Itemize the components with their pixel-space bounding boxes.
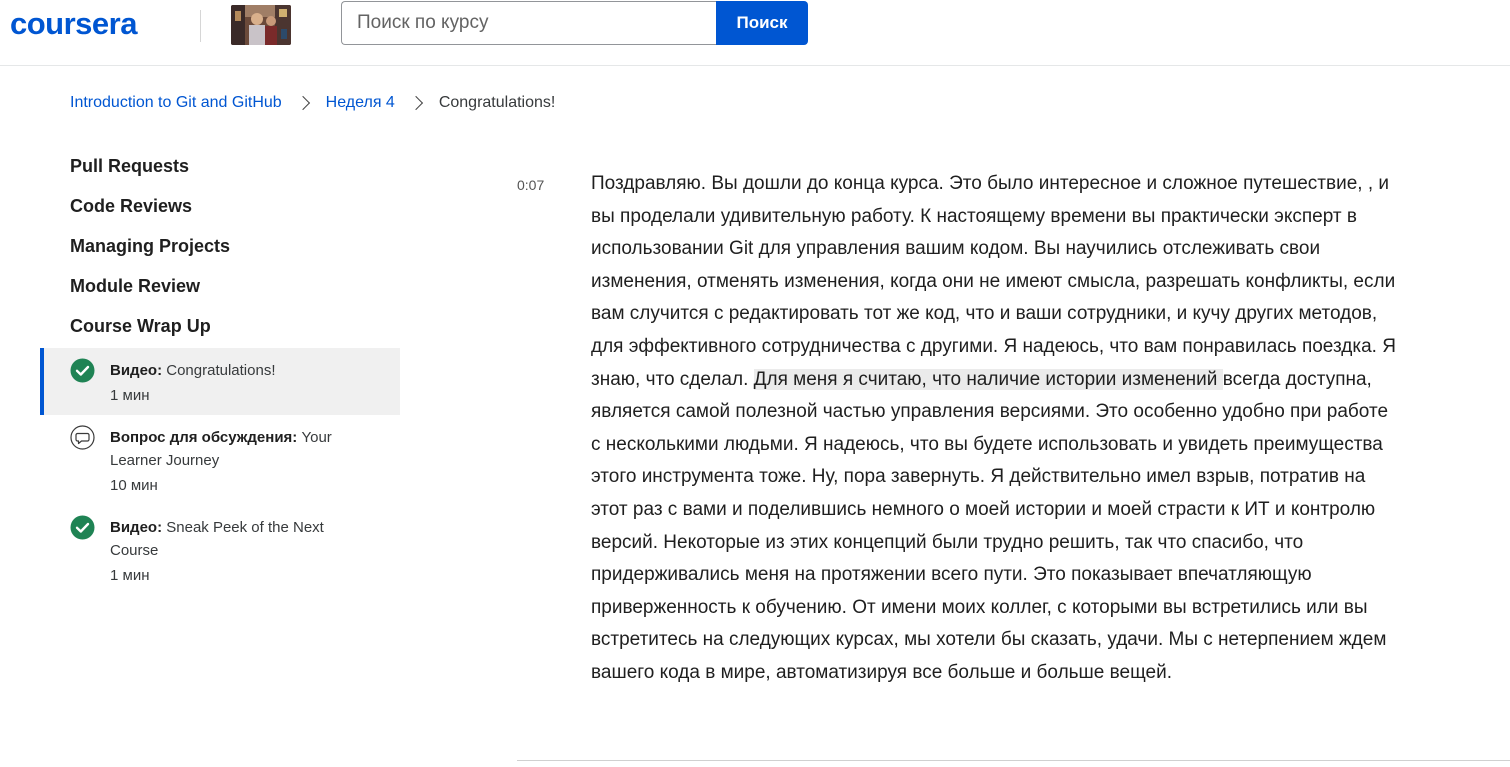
module-managing-projects[interactable]: Managing Projects: [70, 236, 230, 257]
transcript-highlight: Для меня я считаю, что наличие истории и…: [753, 368, 1223, 390]
lesson-type: Видео:: [110, 519, 163, 536]
lesson-duration: 10 мин: [110, 477, 158, 494]
lesson-text: Видео: Sneak Peek of the Next Course 1 м…: [110, 516, 370, 587]
check-circle-icon: [70, 358, 95, 383]
lesson-type: Вопрос для обсуждения:: [110, 429, 298, 446]
content-divider: [517, 760, 1510, 761]
lesson-text: Вопрос для обсуждения: Your Learner Jour…: [110, 426, 370, 497]
lesson-duration: 1 мин: [110, 567, 150, 584]
partner-thumbnail-image[interactable]: [231, 5, 291, 45]
search-input[interactable]: [341, 1, 717, 45]
search-button[interactable]: Поиск: [716, 1, 808, 45]
breadcrumb-week-link[interactable]: Неделя 4: [326, 94, 395, 112]
chevron-right-icon: [295, 95, 310, 111]
discussion-icon: [70, 425, 95, 450]
lesson-item-learner-journey[interactable]: Вопрос для обсуждения: Your Learner Jour…: [40, 415, 400, 505]
module-code-reviews[interactable]: Code Reviews: [70, 196, 192, 217]
lesson-duration: 1 мин: [110, 387, 150, 404]
breadcrumb-course-link[interactable]: Introduction to Git and GitHub: [70, 94, 282, 112]
lesson-type: Видео:: [110, 362, 163, 379]
lesson-title: Congratulations!: [166, 362, 276, 379]
check-circle-icon: [70, 515, 95, 540]
lesson-item-congratulations[interactable]: Видео: Congratulations! 1 мин: [40, 348, 400, 415]
chevron-right-icon: [408, 95, 423, 111]
transcript-text: всегда доступна, является самой полезной…: [591, 368, 1389, 683]
transcript-paragraph[interactable]: Поздравляю. Вы дошли до конца курса. Это…: [591, 168, 1401, 690]
transcript-timestamp[interactable]: 0:07: [517, 177, 544, 193]
module-course-wrap-up[interactable]: Course Wrap Up: [70, 316, 211, 337]
top-header: coursera Поиск: [0, 0, 1510, 66]
header-divider: [200, 10, 201, 42]
module-pull-requests[interactable]: Pull Requests: [70, 156, 189, 177]
lesson-item-sneak-peek[interactable]: Видео: Sneak Peek of the Next Course 1 м…: [40, 505, 400, 595]
transcript-text: Поздравляю. Вы дошли до конца курса. Это…: [591, 173, 1396, 390]
module-module-review[interactable]: Module Review: [70, 276, 200, 297]
lesson-text: Видео: Congratulations! 1 мин: [110, 359, 370, 407]
breadcrumb: Introduction to Git and GitHub Неделя 4 …: [70, 92, 555, 114]
coursera-logo[interactable]: coursera: [10, 6, 137, 42]
breadcrumb-current: Congratulations!: [438, 94, 556, 111]
partner-thumbnail-art: [231, 5, 291, 45]
